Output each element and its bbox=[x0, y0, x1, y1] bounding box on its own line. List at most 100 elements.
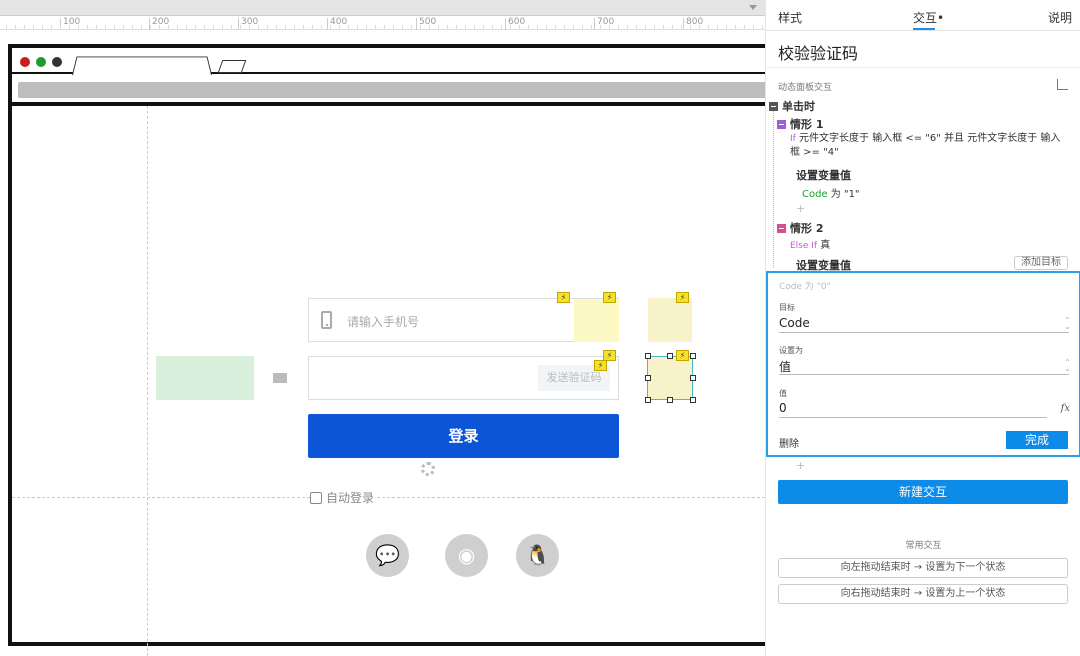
code-input[interactable]: 发送验证码 bbox=[308, 356, 619, 400]
ruler-minor-tick bbox=[393, 25, 394, 30]
common-interaction-drag-right[interactable]: 向右拖动结束时 → 设置为上一个状态 bbox=[778, 584, 1068, 604]
case-1-action-detail[interactable]: Code 为 "1" bbox=[802, 185, 860, 200]
browser-tabstrip bbox=[12, 48, 765, 75]
common-interaction-drag-left[interactable]: 向左拖动结束时 → 设置为下一个状态 bbox=[778, 558, 1068, 578]
login-button[interactable]: 登录 bbox=[308, 414, 619, 458]
ruler-minor-tick bbox=[510, 25, 511, 30]
ruler-minor-tick bbox=[240, 25, 241, 30]
delete-button[interactable]: 删除 bbox=[779, 435, 799, 450]
set-to-select[interactable]: 值 bbox=[779, 358, 791, 375]
case-1-condition[interactable]: If 元件文字长度于 输入框 <= "6" 并且 元件文字长度于 输入框 >= … bbox=[790, 132, 1070, 160]
auto-login-checkbox[interactable]: 自动登录 bbox=[310, 489, 378, 506]
lightning-icon[interactable]: ⚡ bbox=[676, 350, 689, 361]
resize-handle[interactable] bbox=[645, 397, 651, 403]
ruler-minor-tick bbox=[717, 25, 718, 30]
tab-interaction[interactable]: 交互• bbox=[913, 9, 944, 26]
loading-spinner-icon bbox=[421, 462, 435, 476]
green-hotspot[interactable] bbox=[156, 356, 254, 400]
ruler-minor-tick bbox=[546, 25, 547, 30]
ruler-minor-tick bbox=[339, 25, 340, 30]
lightning-icon[interactable]: ⚡ bbox=[603, 292, 616, 303]
wechat-icon[interactable]: 💬 bbox=[366, 534, 409, 577]
ruler-major-tick bbox=[683, 18, 684, 30]
collapse-icon[interactable] bbox=[777, 224, 786, 233]
case-1-action[interactable]: 设置变量值 bbox=[796, 167, 851, 183]
add-case-icon[interactable]: + bbox=[796, 459, 805, 472]
case-2[interactable]: 情形 2 bbox=[777, 220, 823, 236]
ruler-minor-tick bbox=[600, 25, 601, 30]
case-1[interactable]: 情形 1 bbox=[777, 116, 823, 132]
resize-handle[interactable] bbox=[690, 353, 696, 359]
tab-interaction-label: 交互 bbox=[913, 11, 938, 25]
ruler-minor-tick bbox=[636, 25, 637, 30]
fx-button[interactable]: fx bbox=[1061, 403, 1070, 414]
resize-handle[interactable] bbox=[690, 397, 696, 403]
tab-style[interactable]: 样式 bbox=[778, 9, 802, 26]
ruler-minor-tick bbox=[582, 25, 583, 30]
collapse-icon[interactable] bbox=[769, 102, 778, 111]
inspector-tabs: 样式 交互• 说明 bbox=[766, 0, 1080, 31]
case-2-condition[interactable]: Else If 真 bbox=[790, 236, 830, 251]
checkbox-icon[interactable] bbox=[310, 491, 322, 504]
widget-name[interactable]: 校验验证码 bbox=[778, 40, 858, 64]
value-input[interactable]: 0 bbox=[779, 401, 787, 415]
select-arrows-icon[interactable]: ⌃ ⌄ bbox=[1064, 317, 1071, 331]
ruler-minor-tick bbox=[474, 25, 475, 30]
target-label: 目标 bbox=[779, 303, 795, 312]
select-arrows-icon[interactable]: ⌃ ⌄ bbox=[1064, 359, 1071, 373]
lightning-icon[interactable]: ⚡ bbox=[676, 292, 689, 303]
ruler-minor-tick bbox=[285, 25, 286, 30]
lightning-icon[interactable]: ⚡ bbox=[557, 292, 570, 303]
horizontal-ruler: 100 200 300 400 500 600 700 800 bbox=[0, 0, 765, 30]
done-button[interactable]: 完成 bbox=[1006, 431, 1068, 449]
ruler-major-tick bbox=[416, 18, 417, 30]
new-tab-icon bbox=[217, 60, 247, 73]
ruler-minor-tick bbox=[186, 25, 187, 30]
chevron-down-icon[interactable] bbox=[749, 5, 757, 10]
phone-input[interactable]: 请输入手机号 bbox=[308, 298, 619, 342]
selected-dynamic-panel[interactable] bbox=[647, 356, 693, 400]
collapse-icon[interactable] bbox=[777, 120, 786, 129]
ruler-major-tick bbox=[238, 18, 239, 30]
resize-handle[interactable] bbox=[690, 375, 696, 381]
resize-handle[interactable] bbox=[645, 353, 651, 359]
ruler-minor-tick bbox=[60, 25, 61, 30]
ruler-minor-tick bbox=[231, 25, 232, 30]
event-onclick[interactable]: 单击时 bbox=[769, 98, 815, 114]
resize-handle[interactable] bbox=[667, 353, 673, 359]
qq-icon[interactable]: 🐧 bbox=[516, 534, 559, 577]
resize-handle[interactable] bbox=[645, 375, 651, 381]
new-interaction-button[interactable]: 新建交互 bbox=[778, 480, 1068, 504]
ruler-minor-tick bbox=[213, 25, 214, 30]
add-action-icon[interactable]: + bbox=[796, 202, 805, 215]
phone-placeholder: 请输入手机号 bbox=[347, 315, 420, 329]
ruler-minor-tick bbox=[447, 25, 448, 30]
ruler-minor-tick bbox=[555, 25, 556, 30]
ruler-minor-tick bbox=[42, 25, 43, 30]
ruler-label: 200 bbox=[152, 17, 170, 27]
ruler-minor-tick bbox=[168, 25, 169, 30]
auto-login-label: 自动登录 bbox=[326, 491, 375, 505]
target-select[interactable]: Code bbox=[779, 316, 810, 330]
weibo-icon[interactable]: ◉ bbox=[445, 534, 488, 577]
ruler-minor-tick bbox=[501, 25, 502, 30]
ruler-minor-tick bbox=[24, 25, 25, 30]
hotspot-box[interactable] bbox=[574, 299, 619, 342]
ruler-minor-tick bbox=[159, 25, 160, 30]
expand-icon[interactable] bbox=[1057, 79, 1068, 90]
field-underline bbox=[779, 417, 1047, 418]
ruler-minor-tick bbox=[753, 25, 754, 30]
ruler-minor-tick bbox=[708, 25, 709, 30]
lightning-icon[interactable]: ⚡ bbox=[594, 360, 607, 371]
tab-notes[interactable]: 说明 bbox=[1048, 9, 1072, 26]
section-label: 动态面板交互 bbox=[778, 83, 833, 93]
ruler-minor-tick bbox=[105, 25, 106, 30]
ruler-minor-tick bbox=[276, 25, 277, 30]
browser-tab bbox=[72, 56, 212, 75]
add-target-button[interactable]: 添加目标 bbox=[1014, 256, 1068, 270]
ruler-minor-tick bbox=[330, 25, 331, 30]
design-canvas[interactable]: 100 200 300 400 500 600 700 800 请输入手机号 ⚡… bbox=[0, 0, 765, 656]
inspector-panel: 样式 交互• 说明 校验验证码 动态面板交互 单击时 情形 1 If 元件文字长… bbox=[765, 0, 1080, 656]
hotspot-box[interactable] bbox=[648, 298, 692, 342]
resize-handle[interactable] bbox=[667, 397, 673, 403]
